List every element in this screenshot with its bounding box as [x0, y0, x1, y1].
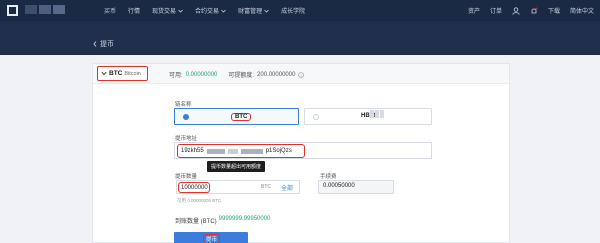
page-header [0, 21, 600, 55]
nav-item-academy[interactable]: 成长学院 [281, 6, 305, 15]
main-menu: 买币 行情 现货交易 合约交易 财富管理 成长学院 [104, 0, 305, 21]
nav-orders[interactable]: 订单 [490, 6, 502, 15]
chevron-down-icon [178, 9, 183, 13]
receive-value: 9999999.99950000 [218, 216, 271, 222]
nav-item-label: 买币 [104, 9, 117, 15]
available-label: 可用: [169, 73, 183, 79]
chevron-down-icon [221, 9, 226, 13]
nav-item-buy[interactable]: 买币 [104, 6, 116, 15]
chain-label: 链名称 [175, 102, 192, 108]
chain-option-btc[interactable]: BTC [174, 108, 299, 125]
address-prefix: 19zkh55 [181, 148, 204, 154]
radio-selected-icon [183, 114, 189, 120]
receive-label: 到账数量 (BTC) [175, 219, 217, 225]
nav-item-label: 现货交易 [152, 9, 177, 15]
chevron-down-icon [101, 71, 107, 76]
user-icon[interactable] [512, 6, 520, 15]
page-title: 提币 [100, 41, 114, 48]
amount-label: 提币数量 [175, 174, 198, 180]
chevron-down-icon [264, 9, 269, 13]
nav-item-label: 成长学院 [281, 9, 306, 15]
bell-icon[interactable] [530, 7, 538, 15]
nav-item-label: 行情 [128, 9, 141, 15]
fee-label: 手续费 [320, 174, 337, 180]
info-icon[interactable] [298, 71, 305, 78]
receive-amount: 到账数量 (BTC) 9999999.99950000 [175, 216, 270, 225]
chevron-left-icon [93, 41, 97, 47]
nav-item-wealth[interactable]: 财富管理 [238, 6, 269, 15]
error-tooltip: 提币数量超出可用额度 [207, 161, 266, 172]
nav-item-label: 合约交易 [195, 9, 220, 15]
withdraw-all-button[interactable]: 全部 [281, 183, 293, 192]
withdraw-submit-label: 提币 [203, 234, 221, 243]
brand-name-blurred [25, 5, 65, 14]
available-value: 0.00000000 [185, 71, 218, 78]
nav-item-label: 财富管理 [238, 9, 263, 15]
chain-option-label: BTC [231, 113, 252, 121]
available-hint: 可用 0.00000000 BTC [177, 198, 222, 203]
coin-selector[interactable]: BTC Bitcoin [97, 66, 148, 81]
address-label: 提币地址 [175, 136, 198, 142]
chain-option-hbtc[interactable]: HBTC [304, 108, 432, 125]
nav-assets[interactable]: 资产 [468, 6, 480, 15]
logo-icon[interactable] [7, 5, 18, 16]
amount-unit: BTC [261, 184, 271, 190]
user-menu: 资产 订单 下载 简体中文 [468, 0, 594, 21]
nav-download[interactable]: 下载 [548, 6, 560, 15]
amount-value: 10000000 [178, 182, 210, 193]
fee-value: 0.00050000 [323, 183, 355, 189]
radio-unselected-icon [313, 114, 319, 120]
limit-label: 可提额度: [228, 73, 255, 79]
address-value: 19zkh55 p1SojQzs [177, 144, 305, 158]
coin-code: BTC [109, 70, 123, 77]
address-suffix: p1SojQzs [265, 148, 292, 154]
balance-summary: 可用: 0.00000000 可提额度: 200.00000000 [169, 70, 305, 79]
coin-header: BTC Bitcoin 可用: 0.00000000 可提额度: 200.000… [93, 64, 509, 84]
nav-item-spot[interactable]: 现货交易 [152, 6, 183, 15]
back-link[interactable]: 提币 [93, 39, 114, 49]
coin-name: Bitcoin [124, 70, 141, 77]
withdraw-card: BTC Bitcoin 可用: 0.00000000 可提额度: 200.000… [92, 63, 510, 243]
nav-item-markets[interactable]: 行情 [128, 6, 140, 15]
language-selector[interactable]: 简体中文 [570, 6, 594, 15]
blurred-area [370, 110, 384, 118]
top-navbar: 买币 行情 现货交易 合约交易 财富管理 成长学院 资产 订单 下载 简体中文 [0, 0, 600, 21]
nav-item-futures[interactable]: 合约交易 [195, 6, 226, 15]
limit-value: 200.00000000 [257, 71, 296, 78]
